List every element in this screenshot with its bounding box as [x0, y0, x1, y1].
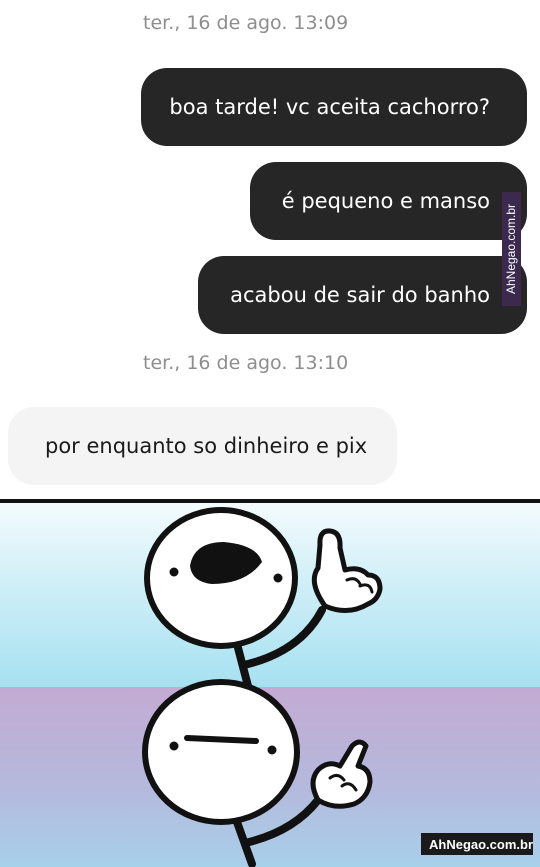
stickman-blank-finger-down-icon: [142, 679, 373, 867]
watermark-bottom: AhNegao.com.br: [421, 833, 533, 855]
meme-illustration: [142, 507, 383, 867]
stickman-talking-finger-up-icon: [144, 507, 383, 690]
watermark-bottom-text: AhNegao.com.br: [429, 836, 534, 852]
